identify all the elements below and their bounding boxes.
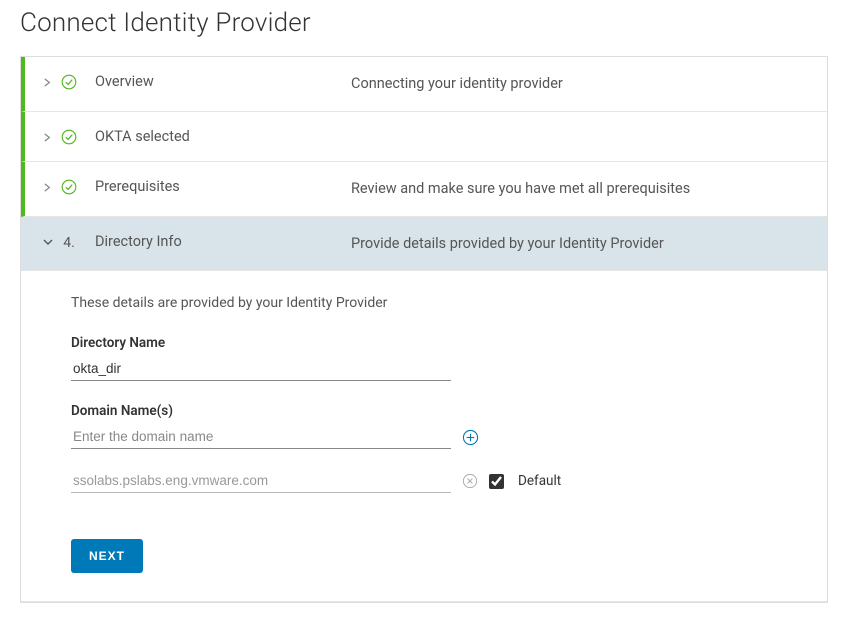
default-checkbox-wrap	[489, 474, 504, 489]
wizard-container: Overview Connecting your identity provid…	[20, 56, 828, 603]
step-success-icon	[57, 129, 81, 145]
directory-name-label: Directory Name	[71, 335, 809, 351]
chevron-right-icon	[43, 131, 57, 145]
chevron-down-icon	[43, 236, 57, 250]
step-success-icon	[57, 179, 81, 195]
domain-names-field: Domain Name(s) Default	[71, 403, 809, 493]
domain-entry-row: Default	[71, 469, 809, 493]
page-title: Connect Identity Provider	[20, 8, 828, 38]
step-desc: Connecting your identity provider	[351, 73, 809, 95]
step-body: These details are provided by your Ident…	[21, 271, 827, 602]
step-title: Prerequisites	[81, 178, 351, 195]
body-intro-text: These details are provided by your Ident…	[71, 295, 809, 311]
step-title: Overview	[81, 73, 351, 90]
default-checkbox[interactable]	[489, 474, 504, 489]
step-directory-info[interactable]: 4. Directory Info Provide details provid…	[21, 217, 827, 272]
next-button[interactable]: NEXT	[71, 539, 143, 573]
remove-domain-icon[interactable]	[461, 472, 479, 490]
step-number: 4.	[57, 235, 81, 251]
domain-names-label: Domain Name(s)	[71, 403, 809, 419]
chevron-right-icon	[43, 181, 57, 195]
domain-entry-value[interactable]	[71, 469, 451, 493]
directory-name-field: Directory Name	[71, 335, 809, 381]
step-desc: Provide details provided by your Identit…	[351, 233, 809, 255]
chevron-right-icon	[43, 76, 57, 90]
step-success-icon	[57, 74, 81, 90]
step-title: OKTA selected	[81, 128, 351, 145]
step-desc: Review and make sure you have met all pr…	[351, 178, 809, 200]
default-label: Default	[518, 473, 561, 489]
step-okta-selected[interactable]: OKTA selected	[21, 112, 827, 162]
step-prerequisites[interactable]: Prerequisites Review and make sure you h…	[21, 162, 827, 217]
step-title: Directory Info	[81, 233, 351, 250]
step-overview[interactable]: Overview Connecting your identity provid…	[21, 57, 827, 112]
domain-name-input[interactable]	[71, 425, 451, 449]
directory-name-input[interactable]	[71, 357, 451, 381]
add-domain-icon[interactable]	[461, 428, 479, 446]
